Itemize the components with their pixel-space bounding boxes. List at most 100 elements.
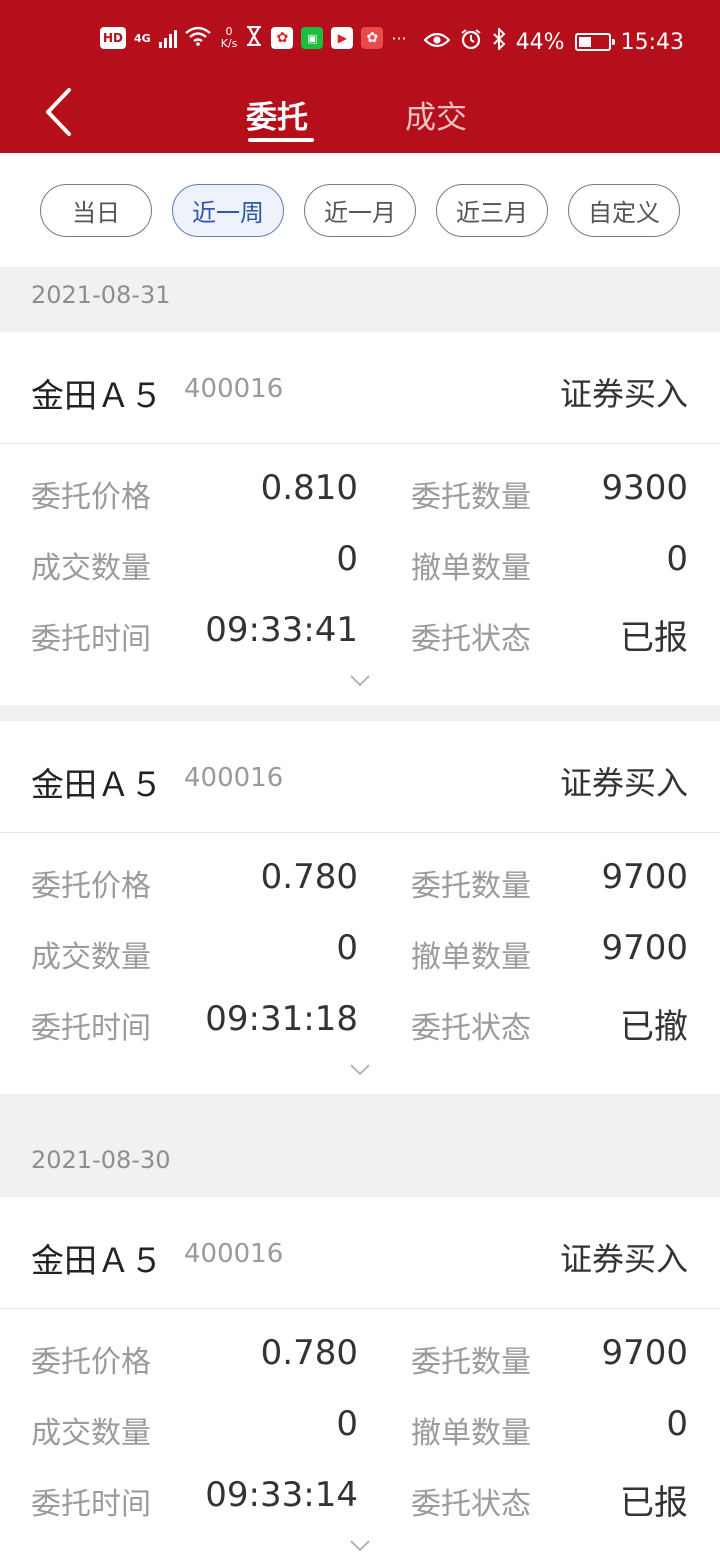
alarm-icon bbox=[460, 28, 482, 56]
chevron-down-icon[interactable] bbox=[349, 674, 371, 688]
active-tab-indicator bbox=[248, 138, 314, 142]
stock-name: 金田Ａ５ bbox=[31, 376, 163, 415]
status-left: HD 4G 0 K/s ✿ ▣ ▶ ✿ ··· bbox=[100, 26, 407, 50]
status-label: 委托状态 bbox=[411, 622, 531, 657]
stock-code: 400016 bbox=[184, 1239, 284, 1269]
filled-value: 0 bbox=[336, 1404, 358, 1444]
trade-type: 证券买入 bbox=[559, 1240, 688, 1278]
date-header: 2021-08-30 bbox=[0, 1094, 720, 1197]
filled-label: 成交数量 bbox=[31, 940, 151, 975]
time-value: 09:33:14 bbox=[205, 1475, 358, 1515]
order-row: 委托价格 0.780 委托数量 9700 bbox=[0, 1329, 720, 1389]
date-header: 2021-08-31 bbox=[0, 267, 720, 332]
iqiyi-icon: ▣ bbox=[301, 27, 324, 49]
status-right: 44% 15:43 bbox=[423, 26, 684, 56]
order-row: 委托价格 0.780 委托数量 9700 bbox=[0, 853, 720, 913]
time-label: 委托时间 bbox=[31, 622, 151, 657]
cancel-label: 撤单数量 bbox=[411, 940, 531, 975]
order-row: 委托时间 09:33:14 委托状态 已报 bbox=[0, 1471, 720, 1531]
stock-code: 400016 bbox=[184, 763, 284, 793]
cancel-value: 9700 bbox=[601, 928, 688, 968]
time-value: 09:31:18 bbox=[205, 999, 358, 1039]
chevron-down-icon[interactable] bbox=[349, 1063, 371, 1077]
status-value: 已撤 bbox=[620, 1007, 688, 1047]
order-card-header: 金田Ａ５ 400016 证券买入 bbox=[0, 721, 720, 833]
stock-name: 金田Ａ５ bbox=[31, 765, 163, 804]
filter-last-three-months[interactable]: 近三月 bbox=[436, 184, 548, 237]
filled-value: 0 bbox=[336, 928, 358, 968]
qty-value: 9700 bbox=[601, 1333, 688, 1373]
trade-type: 证券买入 bbox=[559, 375, 688, 413]
order-card-header: 金田Ａ５ 400016 证券买入 bbox=[0, 1197, 720, 1309]
time-value: 09:33:41 bbox=[205, 610, 358, 650]
qty-value: 9300 bbox=[601, 468, 688, 508]
price-label: 委托价格 bbox=[31, 869, 151, 904]
network-type: 4G bbox=[134, 31, 151, 45]
price-value: 0.780 bbox=[260, 857, 358, 897]
order-card[interactable]: 金田Ａ５ 400016 证券买入 委托价格 0.810 委托数量 9300 成交… bbox=[0, 332, 720, 705]
order-row: 成交数量 0 撤单数量 9700 bbox=[0, 924, 720, 984]
bluetooth-icon bbox=[492, 26, 506, 56]
filter-today[interactable]: 当日 bbox=[40, 184, 152, 237]
order-row: 成交数量 0 撤单数量 0 bbox=[0, 1400, 720, 1460]
date-label: 2021-08-30 bbox=[31, 1146, 171, 1174]
filled-label: 成交数量 bbox=[31, 1416, 151, 1451]
filter-last-week[interactable]: 近一周 bbox=[172, 184, 284, 237]
tab-orders[interactable]: 委托 bbox=[246, 92, 308, 137]
cancel-value: 0 bbox=[666, 1404, 688, 1444]
status-label: 委托状态 bbox=[411, 1011, 531, 1046]
cancel-label: 撤单数量 bbox=[411, 1416, 531, 1451]
header-tabs: 委托 成交 bbox=[0, 84, 720, 153]
signal-icon bbox=[158, 28, 177, 48]
price-value: 0.780 bbox=[260, 1333, 358, 1373]
order-row: 成交数量 0 撤单数量 0 bbox=[0, 535, 720, 595]
date-filter-bar: 当日 近一周 近一月 近三月 自定义 bbox=[0, 153, 720, 267]
status-value: 已报 bbox=[620, 618, 688, 658]
qty-label: 委托数量 bbox=[411, 1345, 531, 1380]
qty-value: 9700 bbox=[601, 857, 688, 897]
filter-custom[interactable]: 自定义 bbox=[568, 184, 680, 237]
battery-icon bbox=[574, 33, 615, 51]
video-app-icon: ▶ bbox=[331, 27, 354, 49]
price-label: 委托价格 bbox=[31, 480, 151, 515]
app-notification-icon: ✿ bbox=[271, 27, 294, 49]
status-label: 委托状态 bbox=[411, 1487, 531, 1522]
cancel-value: 0 bbox=[666, 539, 688, 579]
net-speed: 0 K/s bbox=[221, 26, 238, 50]
hourglass-icon bbox=[245, 25, 263, 50]
more-notifications-icon: ··· bbox=[391, 28, 407, 48]
order-card-header: 金田Ａ５ 400016 证券买入 bbox=[0, 332, 720, 444]
eye-icon bbox=[423, 30, 451, 55]
price-value: 0.810 bbox=[260, 468, 358, 508]
stock-name: 金田Ａ５ bbox=[31, 1241, 163, 1280]
tab-trades[interactable]: 成交 bbox=[405, 92, 467, 137]
price-label: 委托价格 bbox=[31, 1345, 151, 1380]
gift-app-icon: ✿ bbox=[361, 27, 384, 49]
filled-label: 成交数量 bbox=[31, 551, 151, 586]
net-speed-unit: K/s bbox=[220, 37, 238, 50]
status-value: 已报 bbox=[620, 1483, 688, 1523]
hd-icon: HD bbox=[100, 27, 127, 49]
qty-label: 委托数量 bbox=[411, 480, 531, 515]
time-label: 委托时间 bbox=[31, 1487, 151, 1522]
qty-label: 委托数量 bbox=[411, 869, 531, 904]
card-separator bbox=[0, 705, 720, 721]
order-row: 委托价格 0.810 委托数量 9300 bbox=[0, 464, 720, 524]
wifi-icon bbox=[184, 26, 211, 50]
order-card[interactable]: 金田Ａ５ 400016 证券买入 委托价格 0.780 委托数量 9700 成交… bbox=[0, 721, 720, 1094]
battery-percent: 44% bbox=[515, 29, 565, 55]
filled-value: 0 bbox=[336, 539, 358, 579]
time-label: 委托时间 bbox=[31, 1011, 151, 1046]
chevron-down-icon[interactable] bbox=[349, 1539, 371, 1553]
order-card[interactable]: 金田Ａ５ 400016 证券买入 委托价格 0.780 委托数量 9700 成交… bbox=[0, 1197, 720, 1560]
stock-code: 400016 bbox=[184, 374, 284, 404]
order-row: 委托时间 09:33:41 委托状态 已报 bbox=[0, 606, 720, 666]
clock-time: 15:43 bbox=[620, 29, 684, 55]
filter-last-month[interactable]: 近一月 bbox=[304, 184, 416, 237]
cancel-label: 撤单数量 bbox=[411, 551, 531, 586]
trade-type: 证券买入 bbox=[559, 764, 688, 802]
status-bar: HD 4G 0 K/s ✿ ▣ ▶ ✿ ··· 44% 15:43 bbox=[0, 0, 720, 84]
app-header: HD 4G 0 K/s ✿ ▣ ▶ ✿ ··· 44% 15:43 委托 成交 bbox=[0, 0, 720, 153]
order-row: 委托时间 09:31:18 委托状态 已撤 bbox=[0, 995, 720, 1055]
date-label: 2021-08-31 bbox=[31, 281, 171, 309]
